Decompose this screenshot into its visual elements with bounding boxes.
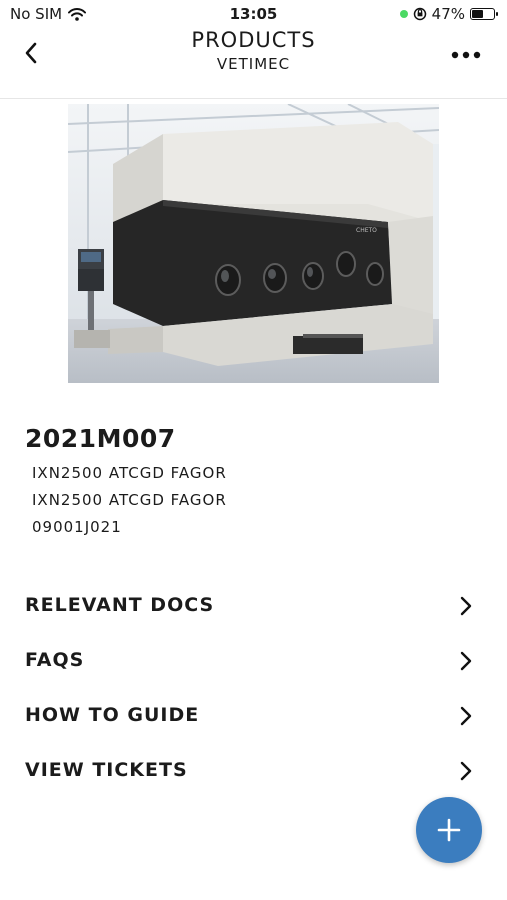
orientation-lock-icon	[413, 7, 426, 21]
menu-item-label: HOW TO GUIDE	[25, 704, 200, 726]
status-bar: No SIM 13:05 47%	[0, 0, 507, 28]
privacy-indicator-dot	[399, 10, 408, 18]
status-right: 47%	[399, 5, 498, 23]
more-options-button[interactable]	[451, 46, 481, 59]
menu-item-label: FAQS	[25, 649, 85, 671]
chevron-right-icon	[460, 761, 472, 781]
nav-bar: PRODUCTS VETIMEC	[0, 28, 507, 98]
nav-divider	[0, 98, 507, 99]
product-description: IXN2500 ATCGD FAGOR	[32, 491, 227, 509]
battery-icon	[470, 8, 498, 20]
menu-item-label: RELEVANT DOCS	[25, 594, 215, 616]
page-title: PRODUCTS	[191, 28, 316, 52]
product-serial: 09001J021	[32, 518, 122, 536]
chevron-right-icon	[460, 706, 472, 726]
product-code: 2021M007	[25, 424, 176, 453]
chevron-right-icon	[460, 596, 472, 616]
product-model: IXN2500 ATCGD FAGOR	[32, 464, 227, 482]
chevron-right-icon	[460, 651, 472, 671]
ellipsis-icon	[451, 51, 481, 59]
machine-badge-text: CHETO	[356, 227, 377, 234]
menu-item-view-tickets[interactable]: VIEW TICKETS	[25, 751, 480, 791]
battery-percent: 47%	[431, 5, 465, 23]
plus-icon	[437, 818, 461, 842]
add-button[interactable]	[416, 797, 482, 863]
battery-level	[472, 10, 483, 18]
menu-item-relevant-docs[interactable]: RELEVANT DOCS	[25, 586, 480, 626]
menu-item-label: VIEW TICKETS	[25, 759, 188, 781]
menu-item-faqs[interactable]: FAQS	[25, 641, 480, 681]
page-subtitle: VETIMEC	[216, 55, 291, 73]
menu-item-how-to-guide[interactable]: HOW TO GUIDE	[25, 696, 480, 736]
product-image: CHETO	[68, 104, 439, 383]
